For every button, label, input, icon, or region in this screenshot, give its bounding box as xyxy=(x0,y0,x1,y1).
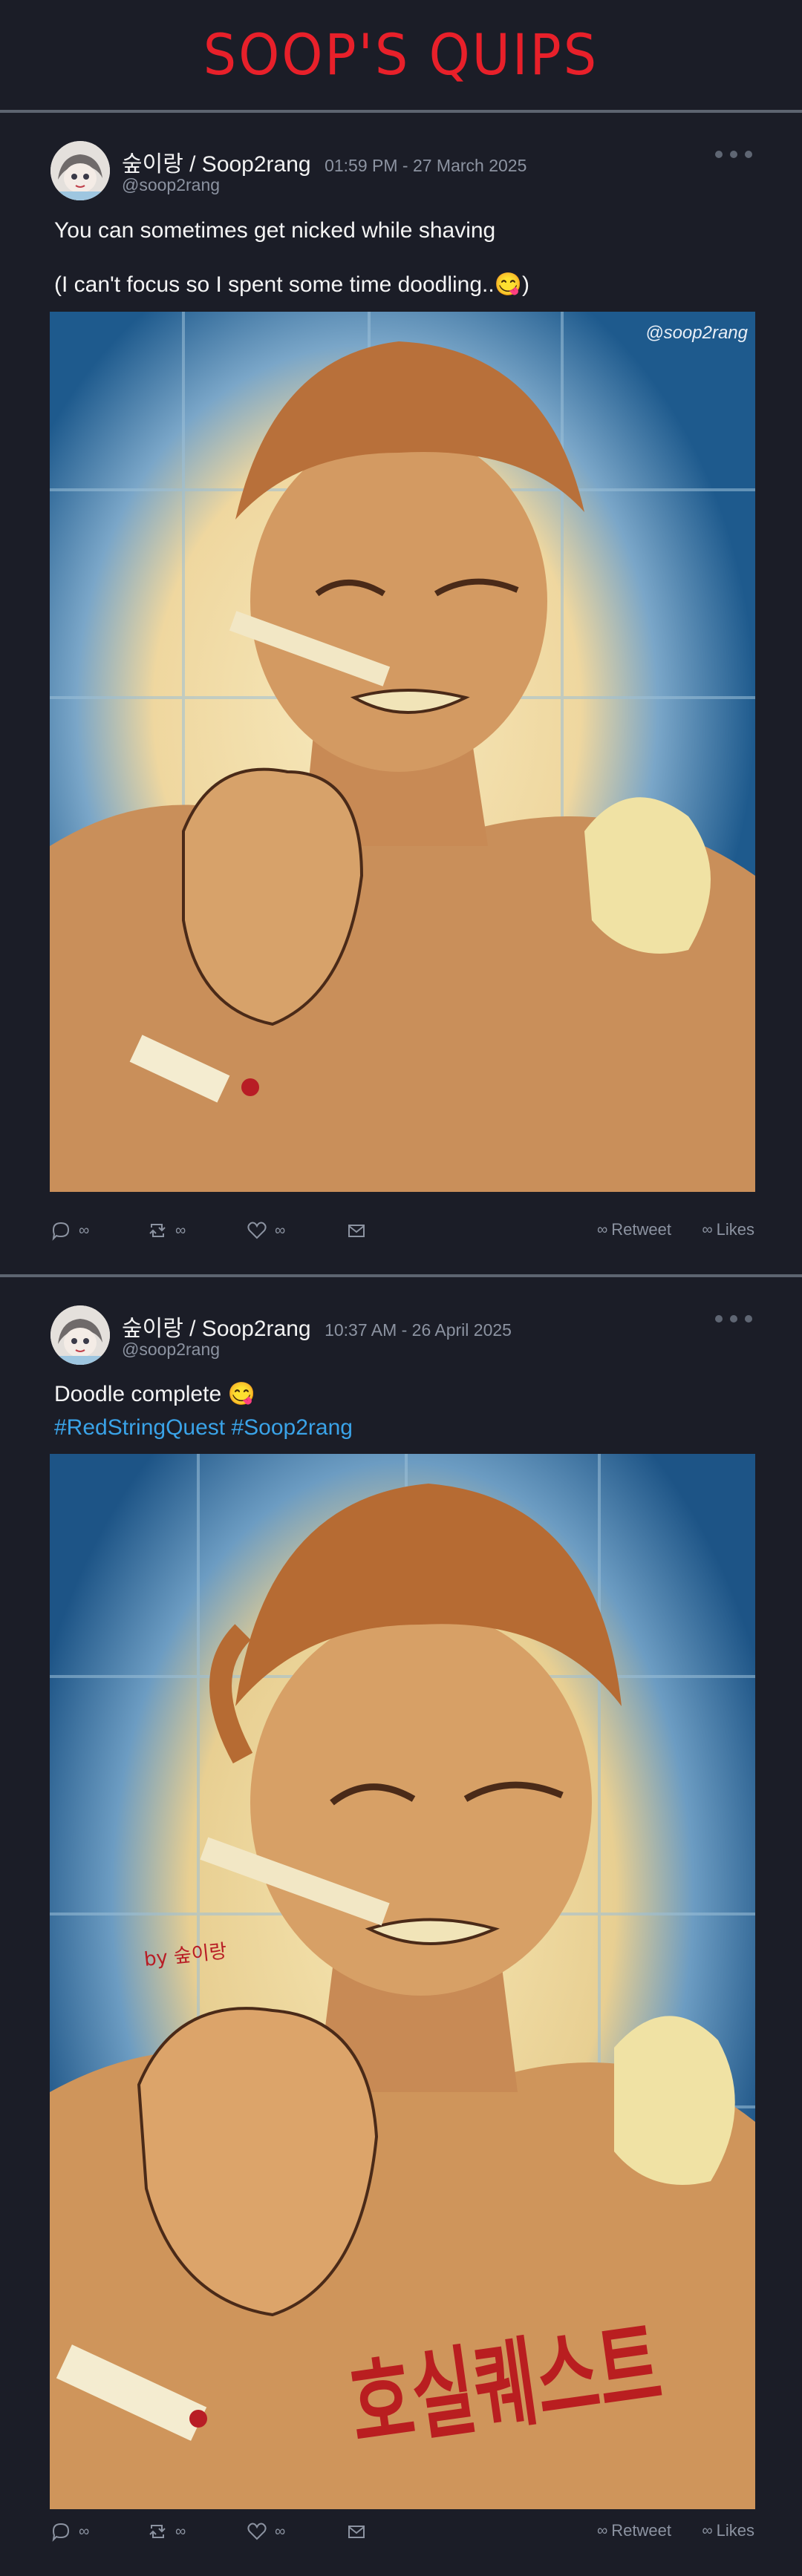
retweet-button[interactable]: ∞ xyxy=(147,2521,186,2542)
retweet-icon xyxy=(149,2525,166,2538)
likes-label: Likes xyxy=(716,2521,754,2540)
likes-stat[interactable]: ∞ Likes xyxy=(702,1220,754,1239)
hashtag-link[interactable]: #RedStringQuest xyxy=(54,1415,225,1440)
heart-icon xyxy=(247,1222,267,1239)
author-name[interactable]: 숲이랑 / Soop2rang xyxy=(122,152,311,177)
post-text-line: Doodle complete 😋 xyxy=(54,1382,255,1406)
likes-stat-value: ∞ xyxy=(702,2522,712,2539)
envelope-icon xyxy=(348,2526,365,2538)
doodle-illustration: by 숲이랑 호실퀘스트 xyxy=(50,1454,755,2509)
retweet-label: Retweet xyxy=(611,1220,671,1239)
like-button[interactable]: ∞ xyxy=(247,2521,285,2542)
image-watermark: @soop2rang xyxy=(645,323,748,343)
doodle-illustration: @soop2rang xyxy=(50,312,755,1192)
avatar-illustration xyxy=(50,141,110,200)
like-count: ∞ xyxy=(275,1222,285,1239)
message-button[interactable] xyxy=(346,1220,367,1241)
post-actions: ∞ ∞ ∞ ∞ Retweet ∞ Likes xyxy=(50,1220,754,1250)
retweet-button[interactable]: ∞ xyxy=(147,1220,186,1241)
likes-stat[interactable]: ∞ Likes xyxy=(702,2521,754,2540)
reply-count: ∞ xyxy=(79,2523,89,2540)
reply-icon xyxy=(52,2523,70,2542)
post-text-line: (I can't focus so I spent some time dood… xyxy=(54,272,530,297)
like-button[interactable]: ∞ xyxy=(247,1220,285,1241)
post-header: 숲이랑 / Soop2rang 10:37 AM - 26 April 2025… xyxy=(50,1305,754,1372)
like-count: ∞ xyxy=(275,2523,285,2540)
likes-stat-value: ∞ xyxy=(702,1221,712,1238)
retweet-stat-value: ∞ xyxy=(597,2522,607,2539)
reply-button[interactable]: ∞ xyxy=(50,2521,89,2542)
heart-icon xyxy=(247,2523,267,2540)
author-handle[interactable]: @soop2rang xyxy=(122,1340,220,1360)
retweet-count: ∞ xyxy=(175,1222,186,1239)
retweet-stat[interactable]: ∞ Retweet xyxy=(597,2521,671,2540)
likes-label: Likes xyxy=(716,1220,754,1239)
post-image[interactable]: @soop2rang xyxy=(50,312,755,1192)
author-name[interactable]: 숲이랑 / Soop2rang xyxy=(122,1317,311,1341)
post-actions: ∞ ∞ ∞ ∞ Retweet ∞ Likes xyxy=(50,2521,754,2551)
reply-count: ∞ xyxy=(79,1222,89,1239)
post-text-line: You can sometimes get nicked while shavi… xyxy=(54,218,496,243)
envelope-icon xyxy=(348,1225,365,1237)
post-image[interactable]: by 숲이랑 호실퀘스트 xyxy=(50,1454,755,2509)
retweet-count: ∞ xyxy=(175,2523,186,2540)
more-options-icon[interactable] xyxy=(713,148,754,160)
post-timestamp[interactable]: 01:59 PM - 27 March 2025 xyxy=(325,156,526,175)
site-header: SOOP'S QUIPS xyxy=(0,0,802,113)
retweet-label: Retweet xyxy=(611,2521,671,2540)
post-timestamp[interactable]: 10:37 AM - 26 April 2025 xyxy=(325,1320,512,1340)
retweet-stat[interactable]: ∞ Retweet xyxy=(597,1220,671,1239)
hashtag-link[interactable]: #Soop2rang xyxy=(231,1415,352,1440)
name-line: 숲이랑 / Soop2rang 01:59 PM - 27 March 2025 xyxy=(122,145,526,178)
post-header: 숲이랑 / Soop2rang 01:59 PM - 27 March 2025… xyxy=(50,141,754,208)
post-card: 숲이랑 / Soop2rang 10:37 AM - 26 April 2025… xyxy=(0,1277,802,2576)
reply-button[interactable]: ∞ xyxy=(50,1220,89,1241)
site-title: SOOP'S QUIPS xyxy=(203,22,599,88)
message-button[interactable] xyxy=(346,2521,367,2542)
post-card: 숲이랑 / Soop2rang 01:59 PM - 27 March 2025… xyxy=(0,113,802,1277)
avatar[interactable] xyxy=(50,141,110,200)
retweet-icon xyxy=(149,1224,166,1237)
avatar-illustration xyxy=(50,1305,110,1365)
name-line: 숲이랑 / Soop2rang 10:37 AM - 26 April 2025 xyxy=(122,1310,512,1343)
reply-icon xyxy=(52,1222,70,1241)
avatar[interactable] xyxy=(50,1305,110,1365)
retweet-stat-value: ∞ xyxy=(597,1221,607,1238)
more-options-icon[interactable] xyxy=(713,1313,754,1325)
author-handle[interactable]: @soop2rang xyxy=(122,175,220,195)
hashtag-line: #RedStringQuest #Soop2rang xyxy=(54,1415,353,1441)
